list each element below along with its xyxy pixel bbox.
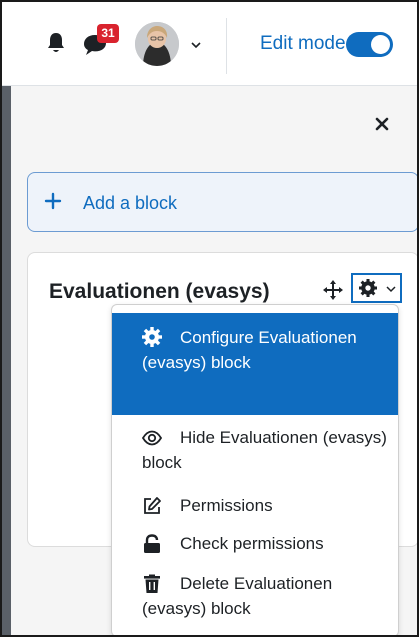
menu-item-delete[interactable]: Delete Evaluationen (evasys) block <box>112 567 398 633</box>
menu-item-hide[interactable]: Hide Evaluationen (evasys) block <box>112 421 398 487</box>
gear-icon <box>359 279 377 297</box>
top-navbar: 31 Edit mode <box>2 2 417 86</box>
edit-mode-toggle[interactable] <box>346 32 393 57</box>
trash-icon <box>144 574 160 593</box>
add-block-label: Add a block <box>83 193 178 213</box>
bell-icon[interactable] <box>46 32 66 54</box>
window-frame: 31 Edit mode Add a block Evaluationen (e… <box>0 0 419 637</box>
navbar-divider <box>226 18 227 74</box>
messages-badge: 31 <box>97 24 119 43</box>
menu-item-label: Hide Evaluationen (evasys) block <box>142 428 387 472</box>
menu-item-configure[interactable]: Configure Evaluationen (evasys) block <box>112 313 398 415</box>
edit-mode-label: Edit mode <box>260 33 346 54</box>
block-title: Evaluationen (evasys) <box>49 280 270 303</box>
close-icon[interactable] <box>374 116 390 132</box>
chevron-down-icon[interactable] <box>190 40 202 50</box>
block-actions-button[interactable] <box>351 273 402 303</box>
eye-icon <box>142 430 162 446</box>
drawer-edge <box>2 86 11 635</box>
user-photo <box>135 22 179 66</box>
menu-item-label: Check permissions <box>180 534 324 553</box>
menu-item-label: Delete Evaluationen (evasys) block <box>142 574 333 618</box>
menu-item-label: Permissions <box>180 496 273 515</box>
toggle-knob <box>371 35 390 54</box>
block-actions-menu: Configure Evaluationen (evasys) block Hi… <box>111 304 399 635</box>
menu-item-permissions[interactable]: Permissions <box>112 489 398 523</box>
avatar[interactable] <box>135 22 179 66</box>
chevron-down-icon <box>386 286 396 293</box>
plus-icon <box>44 192 62 210</box>
unlock-icon <box>144 534 160 553</box>
move-icon[interactable] <box>322 279 344 301</box>
menu-item-check-permissions[interactable]: Check permissions <box>112 527 398 561</box>
pencil-square-icon <box>144 497 161 514</box>
add-block-button[interactable]: Add a block <box>27 172 417 232</box>
menu-item-label: Configure Evaluationen (evasys) block <box>142 328 357 372</box>
gear-icon <box>142 327 162 347</box>
